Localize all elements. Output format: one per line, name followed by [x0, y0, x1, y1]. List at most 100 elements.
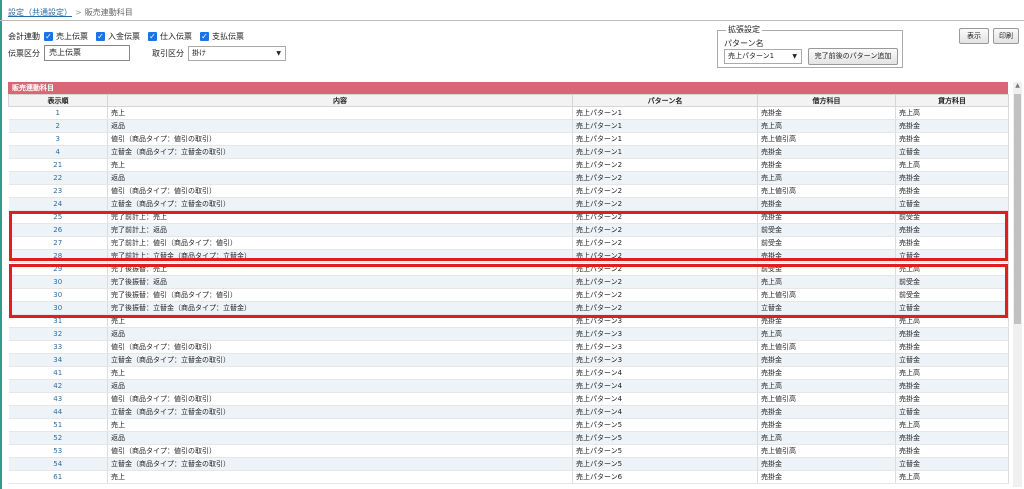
- cell-credit: 立替金: [895, 405, 1009, 419]
- cell-order[interactable]: 28: [8, 249, 108, 263]
- cell-pattern: 売上パターン3: [572, 353, 758, 367]
- denpyo-kubun-field[interactable]: 売上伝票: [44, 45, 130, 61]
- cell-credit: 売掛金: [895, 379, 1009, 393]
- cell-pattern: 売上パターン2: [572, 210, 758, 224]
- cell-order[interactable]: 2: [8, 119, 108, 133]
- table-row[interactable]: 43 値引（商品タイプ：値引の取引） 売上パターン4 売上値引高 売掛金: [8, 392, 1009, 406]
- table-row[interactable]: 26 完了前計上：返品 売上パターン2 前受金 売掛金: [8, 223, 1009, 237]
- cell-pattern: 売上パターン1: [572, 132, 758, 146]
- table-row[interactable]: 21 売上 売上パターン2 売掛金 売上高: [8, 158, 1009, 172]
- cell-order[interactable]: 32: [8, 327, 108, 341]
- cell-content: 立替金（商品タイプ：立替金の取引）: [107, 405, 573, 419]
- cell-order[interactable]: 43: [8, 392, 108, 406]
- cell-pattern: 売上パターン5: [572, 457, 758, 471]
- pattern-select[interactable]: 売上パターン1 ▼: [724, 49, 802, 64]
- cell-order[interactable]: 29: [8, 262, 108, 276]
- cell-credit: 売掛金: [895, 171, 1009, 185]
- cell-order[interactable]: 27: [8, 236, 108, 250]
- cell-order[interactable]: 44: [8, 405, 108, 419]
- table-row[interactable]: 25 完了前計上：売上 売上パターン2 売掛金 前受金: [8, 210, 1009, 224]
- col-header-order[interactable]: 表示順: [8, 94, 108, 107]
- cell-order[interactable]: 22: [8, 171, 108, 185]
- checkbox-nyukin[interactable]: ✓ 入金伝票: [96, 31, 140, 42]
- cell-order[interactable]: 26: [8, 223, 108, 237]
- cell-credit: 立替金: [895, 197, 1009, 211]
- table-row[interactable]: 3 値引（商品タイプ：値引の取引） 売上パターン1 売上値引高 売掛金: [8, 132, 1009, 146]
- cell-order[interactable]: 41: [8, 366, 108, 380]
- table-row[interactable]: 2 返品 売上パターン1 売上高 売掛金: [8, 119, 1009, 133]
- cell-order[interactable]: 31: [8, 314, 108, 328]
- checkbox-shiire[interactable]: ✓ 仕入伝票: [148, 31, 192, 42]
- cell-order[interactable]: 54: [8, 457, 108, 471]
- table-row[interactable]: 1 売上 売上パターン1 売掛金 売上高: [8, 106, 1009, 120]
- scrollbar-thumb[interactable]: [1014, 94, 1021, 324]
- cell-order[interactable]: 34: [8, 353, 108, 367]
- cell-credit: 売掛金: [895, 184, 1009, 198]
- table-row[interactable]: 33 値引（商品タイプ：値引の取引） 売上パターン3 売上値引高 売掛金: [8, 340, 1009, 354]
- show-button[interactable]: 表示: [959, 28, 989, 44]
- cell-order[interactable]: 4: [8, 145, 108, 159]
- table-row[interactable]: 29 完了後振替：売上 売上パターン2 前受金 売上高: [8, 262, 1009, 276]
- table-row[interactable]: 41 売上 売上パターン4 売掛金 売上高: [8, 366, 1009, 380]
- print-button[interactable]: 印刷: [993, 28, 1019, 44]
- cell-order[interactable]: 25: [8, 210, 108, 224]
- cell-content: 値引（商品タイプ：値引の取引）: [107, 444, 573, 458]
- cell-debit: 売掛金: [757, 366, 896, 380]
- cell-credit: 売上高: [895, 262, 1009, 276]
- table-row[interactable]: 53 値引（商品タイプ：値引の取引） 売上パターン5 売上値引高 売掛金: [8, 444, 1009, 458]
- cell-order[interactable]: 33: [8, 340, 108, 354]
- table-row[interactable]: 30 完了後振替：返品 売上パターン2 売上高 前受金: [8, 275, 1009, 289]
- table-row[interactable]: 28 完了前計上：立替金（商品タイプ：立替金） 売上パターン2 売掛金 立替金: [8, 249, 1009, 263]
- torihiki-kubun-select[interactable]: 掛け ▼: [188, 45, 286, 61]
- table-row[interactable]: 52 返品 売上パターン5 売上高 売掛金: [8, 431, 1009, 445]
- cell-order[interactable]: 53: [8, 444, 108, 458]
- table-row[interactable]: 24 立替金（商品タイプ：立替金の取引） 売上パターン2 売掛金 立替金: [8, 197, 1009, 211]
- cell-order[interactable]: 61: [8, 470, 108, 484]
- cell-credit: 売掛金: [895, 327, 1009, 341]
- cell-debit: 売掛金: [757, 158, 896, 172]
- table-row[interactable]: 22 返品 売上パターン2 売上高 売掛金: [8, 171, 1009, 185]
- table-row[interactable]: 32 返品 売上パターン3 売上高 売掛金: [8, 327, 1009, 341]
- add-pattern-button[interactable]: 完了前後のパターン追加: [808, 48, 898, 65]
- cell-order[interactable]: 24: [8, 197, 108, 211]
- scroll-up-icon[interactable]: ▲: [1013, 82, 1022, 91]
- table-row[interactable]: 51 売上 売上パターン5 売掛金 売上高: [8, 418, 1009, 432]
- cell-order[interactable]: 3: [8, 132, 108, 146]
- table-row[interactable]: 44 立替金（商品タイプ：立替金の取引） 売上パターン4 売掛金 立替金: [8, 405, 1009, 419]
- cell-credit: 売掛金: [895, 392, 1009, 406]
- table-row[interactable]: 30 完了後振替：立替金（商品タイプ：立替金） 売上パターン2 立替金 立替金: [8, 301, 1009, 315]
- cell-content: 完了前計上：値引（商品タイプ：値引）: [107, 236, 573, 250]
- cell-order[interactable]: 30: [8, 275, 108, 289]
- table-row[interactable]: 27 完了前計上：値引（商品タイプ：値引） 売上パターン2 前受金 売掛金: [8, 236, 1009, 250]
- cell-pattern: 売上パターン2: [572, 288, 758, 302]
- cell-pattern: 売上パターン1: [572, 119, 758, 133]
- vertical-scrollbar[interactable]: ▲: [1013, 82, 1022, 487]
- breadcrumb-link-settings[interactable]: 設定（共通設定）: [8, 8, 72, 17]
- cell-order[interactable]: 23: [8, 184, 108, 198]
- cell-credit: 売掛金: [895, 132, 1009, 146]
- table-row[interactable]: 34 立替金（商品タイプ：立替金の取引） 売上パターン3 売掛金 立替金: [8, 353, 1009, 367]
- checkbox-uriage[interactable]: ✓ 売上伝票: [44, 31, 88, 42]
- table-row[interactable]: 4 立替金（商品タイプ：立替金の取引） 売上パターン1 売掛金 立替金: [8, 145, 1009, 159]
- col-header-pattern[interactable]: パターン名: [572, 94, 758, 107]
- table-row[interactable]: 54 立替金（商品タイプ：立替金の取引） 売上パターン5 売掛金 立替金: [8, 457, 1009, 471]
- cell-order[interactable]: 52: [8, 431, 108, 445]
- col-header-debit[interactable]: 借方科目: [757, 94, 896, 107]
- table-row[interactable]: 23 値引（商品タイプ：値引の取引） 売上パターン2 売上値引高 売掛金: [8, 184, 1009, 198]
- cell-order[interactable]: 42: [8, 379, 108, 393]
- table-row[interactable]: 42 返品 売上パターン4 売上高 売掛金: [8, 379, 1009, 393]
- cell-order[interactable]: 51: [8, 418, 108, 432]
- col-header-credit[interactable]: 貸方科目: [895, 94, 1009, 107]
- table-row[interactable]: 31 売上 売上パターン3 売掛金 売上高: [8, 314, 1009, 328]
- breadcrumb-current: 販売連動科目: [84, 8, 133, 17]
- col-header-content[interactable]: 内容: [107, 94, 573, 107]
- table-row[interactable]: 30 完了後振替：値引（商品タイプ：値引） 売上パターン2 売上値引高 前受金: [8, 288, 1009, 302]
- cell-debit: 売上高: [757, 275, 896, 289]
- cell-debit: 売上値引高: [757, 288, 896, 302]
- cell-order[interactable]: 30: [8, 288, 108, 302]
- table-row[interactable]: 61 売上 売上パターン6 売掛金 売上高: [8, 470, 1009, 484]
- cell-order[interactable]: 1: [8, 106, 108, 120]
- cell-order[interactable]: 21: [8, 158, 108, 172]
- cell-order[interactable]: 30: [8, 301, 108, 315]
- checkbox-shiharai[interactable]: ✓ 支払伝票: [200, 31, 244, 42]
